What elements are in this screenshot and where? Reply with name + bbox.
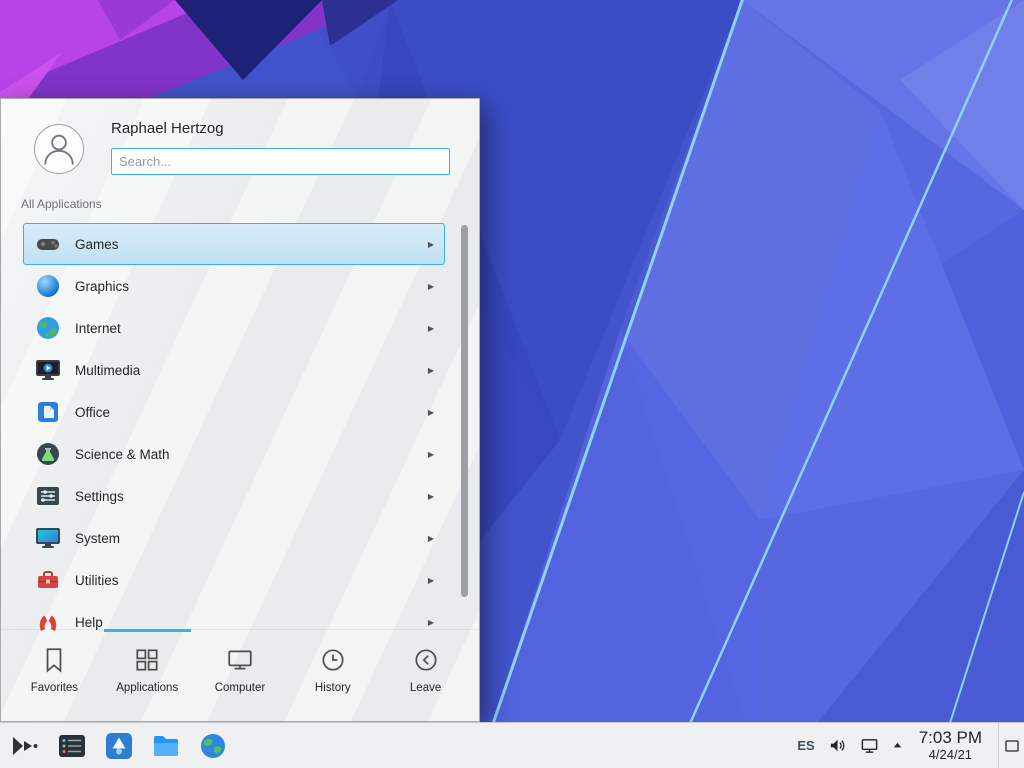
- category-label: Settings: [75, 489, 428, 504]
- tab-label: History: [315, 682, 351, 694]
- section-label: All Applications: [21, 197, 102, 211]
- file-manager-icon: [151, 731, 181, 761]
- category-item-games[interactable]: Games▶: [23, 223, 445, 265]
- category-label: Graphics: [75, 279, 428, 294]
- taskbar-app-icons: [0, 730, 229, 762]
- category-list: Games▶Graphics▶Internet▶Multimedia▶Offic…: [23, 223, 445, 631]
- category-item-office[interactable]: Office▶: [23, 391, 445, 433]
- scrollbar-thumb[interactable]: [461, 225, 468, 597]
- tab-label: Computer: [215, 682, 266, 694]
- category-item-help[interactable]: Help▶: [23, 601, 445, 631]
- category-label: Help: [75, 615, 428, 630]
- chevron-right-icon: ▶: [428, 492, 434, 501]
- person-icon: [37, 127, 81, 171]
- chevron-right-icon: ▶: [428, 282, 434, 291]
- user-name: Raphael Hertzog: [111, 120, 224, 137]
- show-desktop-button[interactable]: [998, 723, 1024, 768]
- favorites-icon: [40, 646, 68, 674]
- expand-arrow-icon[interactable]: [892, 740, 903, 751]
- category-item-multimedia[interactable]: Multimedia▶: [23, 349, 445, 391]
- kde-launcher-icon: [10, 731, 40, 761]
- user-avatar[interactable]: [34, 124, 84, 174]
- history-icon: [319, 646, 347, 674]
- system-settings-icon: [57, 731, 87, 761]
- browser-button[interactable]: [197, 730, 229, 762]
- application-launcher-popup: Raphael Hertzog All Applications Games▶G…: [0, 98, 480, 722]
- category-label: Science & Math: [75, 447, 428, 462]
- category-item-utilities[interactable]: Utilities▶: [23, 559, 445, 601]
- system-settings-button[interactable]: [56, 730, 88, 762]
- taskbar: ES 7:03 PM 4/24/21: [0, 722, 1024, 768]
- tab-computer[interactable]: Computer: [194, 630, 287, 721]
- tab-label: Leave: [410, 682, 441, 694]
- clock-date: 4/24/21: [919, 748, 982, 763]
- computer-icon: [226, 646, 254, 674]
- discover-button[interactable]: [103, 730, 135, 762]
- launcher-tab-bar: Favorites Applications Computer History Leav…: [1, 629, 479, 721]
- clock-time: 7:03 PM: [919, 728, 982, 748]
- category-label: Games: [75, 237, 428, 252]
- category-item-system[interactable]: System▶: [23, 517, 445, 559]
- search-input[interactable]: [111, 148, 450, 175]
- leave-icon: [412, 646, 440, 674]
- category-label: Utilities: [75, 573, 428, 588]
- network-icon[interactable]: [860, 736, 879, 755]
- tab-leave[interactable]: Leave: [379, 630, 472, 721]
- chevron-right-icon: ▶: [428, 240, 434, 249]
- chevron-right-icon: ▶: [428, 534, 434, 543]
- chevron-right-icon: ▶: [428, 366, 434, 375]
- tab-favorites[interactable]: Favorites: [8, 630, 101, 721]
- office-icon: [34, 398, 62, 426]
- tab-history[interactable]: History: [286, 630, 379, 721]
- chevron-right-icon: ▶: [428, 576, 434, 585]
- games-icon: [34, 230, 62, 258]
- tab-label: Favorites: [31, 682, 78, 694]
- kde-launcher-button[interactable]: [9, 730, 41, 762]
- tray-icons: [828, 736, 903, 755]
- show-desktop-icon: [1004, 738, 1020, 754]
- science-icon: [34, 440, 62, 468]
- internet-icon: [34, 314, 62, 342]
- category-label: Multimedia: [75, 363, 428, 378]
- utilities-icon: [34, 566, 62, 594]
- category-item-graphics[interactable]: Graphics▶: [23, 265, 445, 307]
- applications-icon: [133, 646, 161, 674]
- keyboard-layout-indicator[interactable]: ES: [797, 738, 814, 753]
- tab-applications[interactable]: Applications: [101, 630, 194, 721]
- category-label: Internet: [75, 321, 428, 336]
- category-item-settings[interactable]: Settings▶: [23, 475, 445, 517]
- tab-label: Applications: [116, 682, 178, 694]
- multimedia-icon: [34, 356, 62, 384]
- discover-icon: [104, 731, 134, 761]
- system-tray: ES 7:03 PM 4/24/21: [797, 723, 1024, 768]
- help-icon: [34, 608, 62, 631]
- category-label: System: [75, 531, 428, 546]
- graphics-icon: [34, 272, 62, 300]
- chevron-right-icon: ▶: [428, 408, 434, 417]
- chevron-right-icon: ▶: [428, 324, 434, 333]
- settings-icon: [34, 482, 62, 510]
- chevron-right-icon: ▶: [428, 450, 434, 459]
- category-label: Office: [75, 405, 428, 420]
- category-item-science-math[interactable]: Science & Math▶: [23, 433, 445, 475]
- volume-icon[interactable]: [828, 736, 847, 755]
- browser-icon: [198, 731, 228, 761]
- category-item-internet[interactable]: Internet▶: [23, 307, 445, 349]
- file-manager-button[interactable]: [150, 730, 182, 762]
- chevron-right-icon: ▶: [428, 618, 434, 627]
- clock[interactable]: 7:03 PM 4/24/21: [919, 728, 982, 762]
- system-icon: [34, 524, 62, 552]
